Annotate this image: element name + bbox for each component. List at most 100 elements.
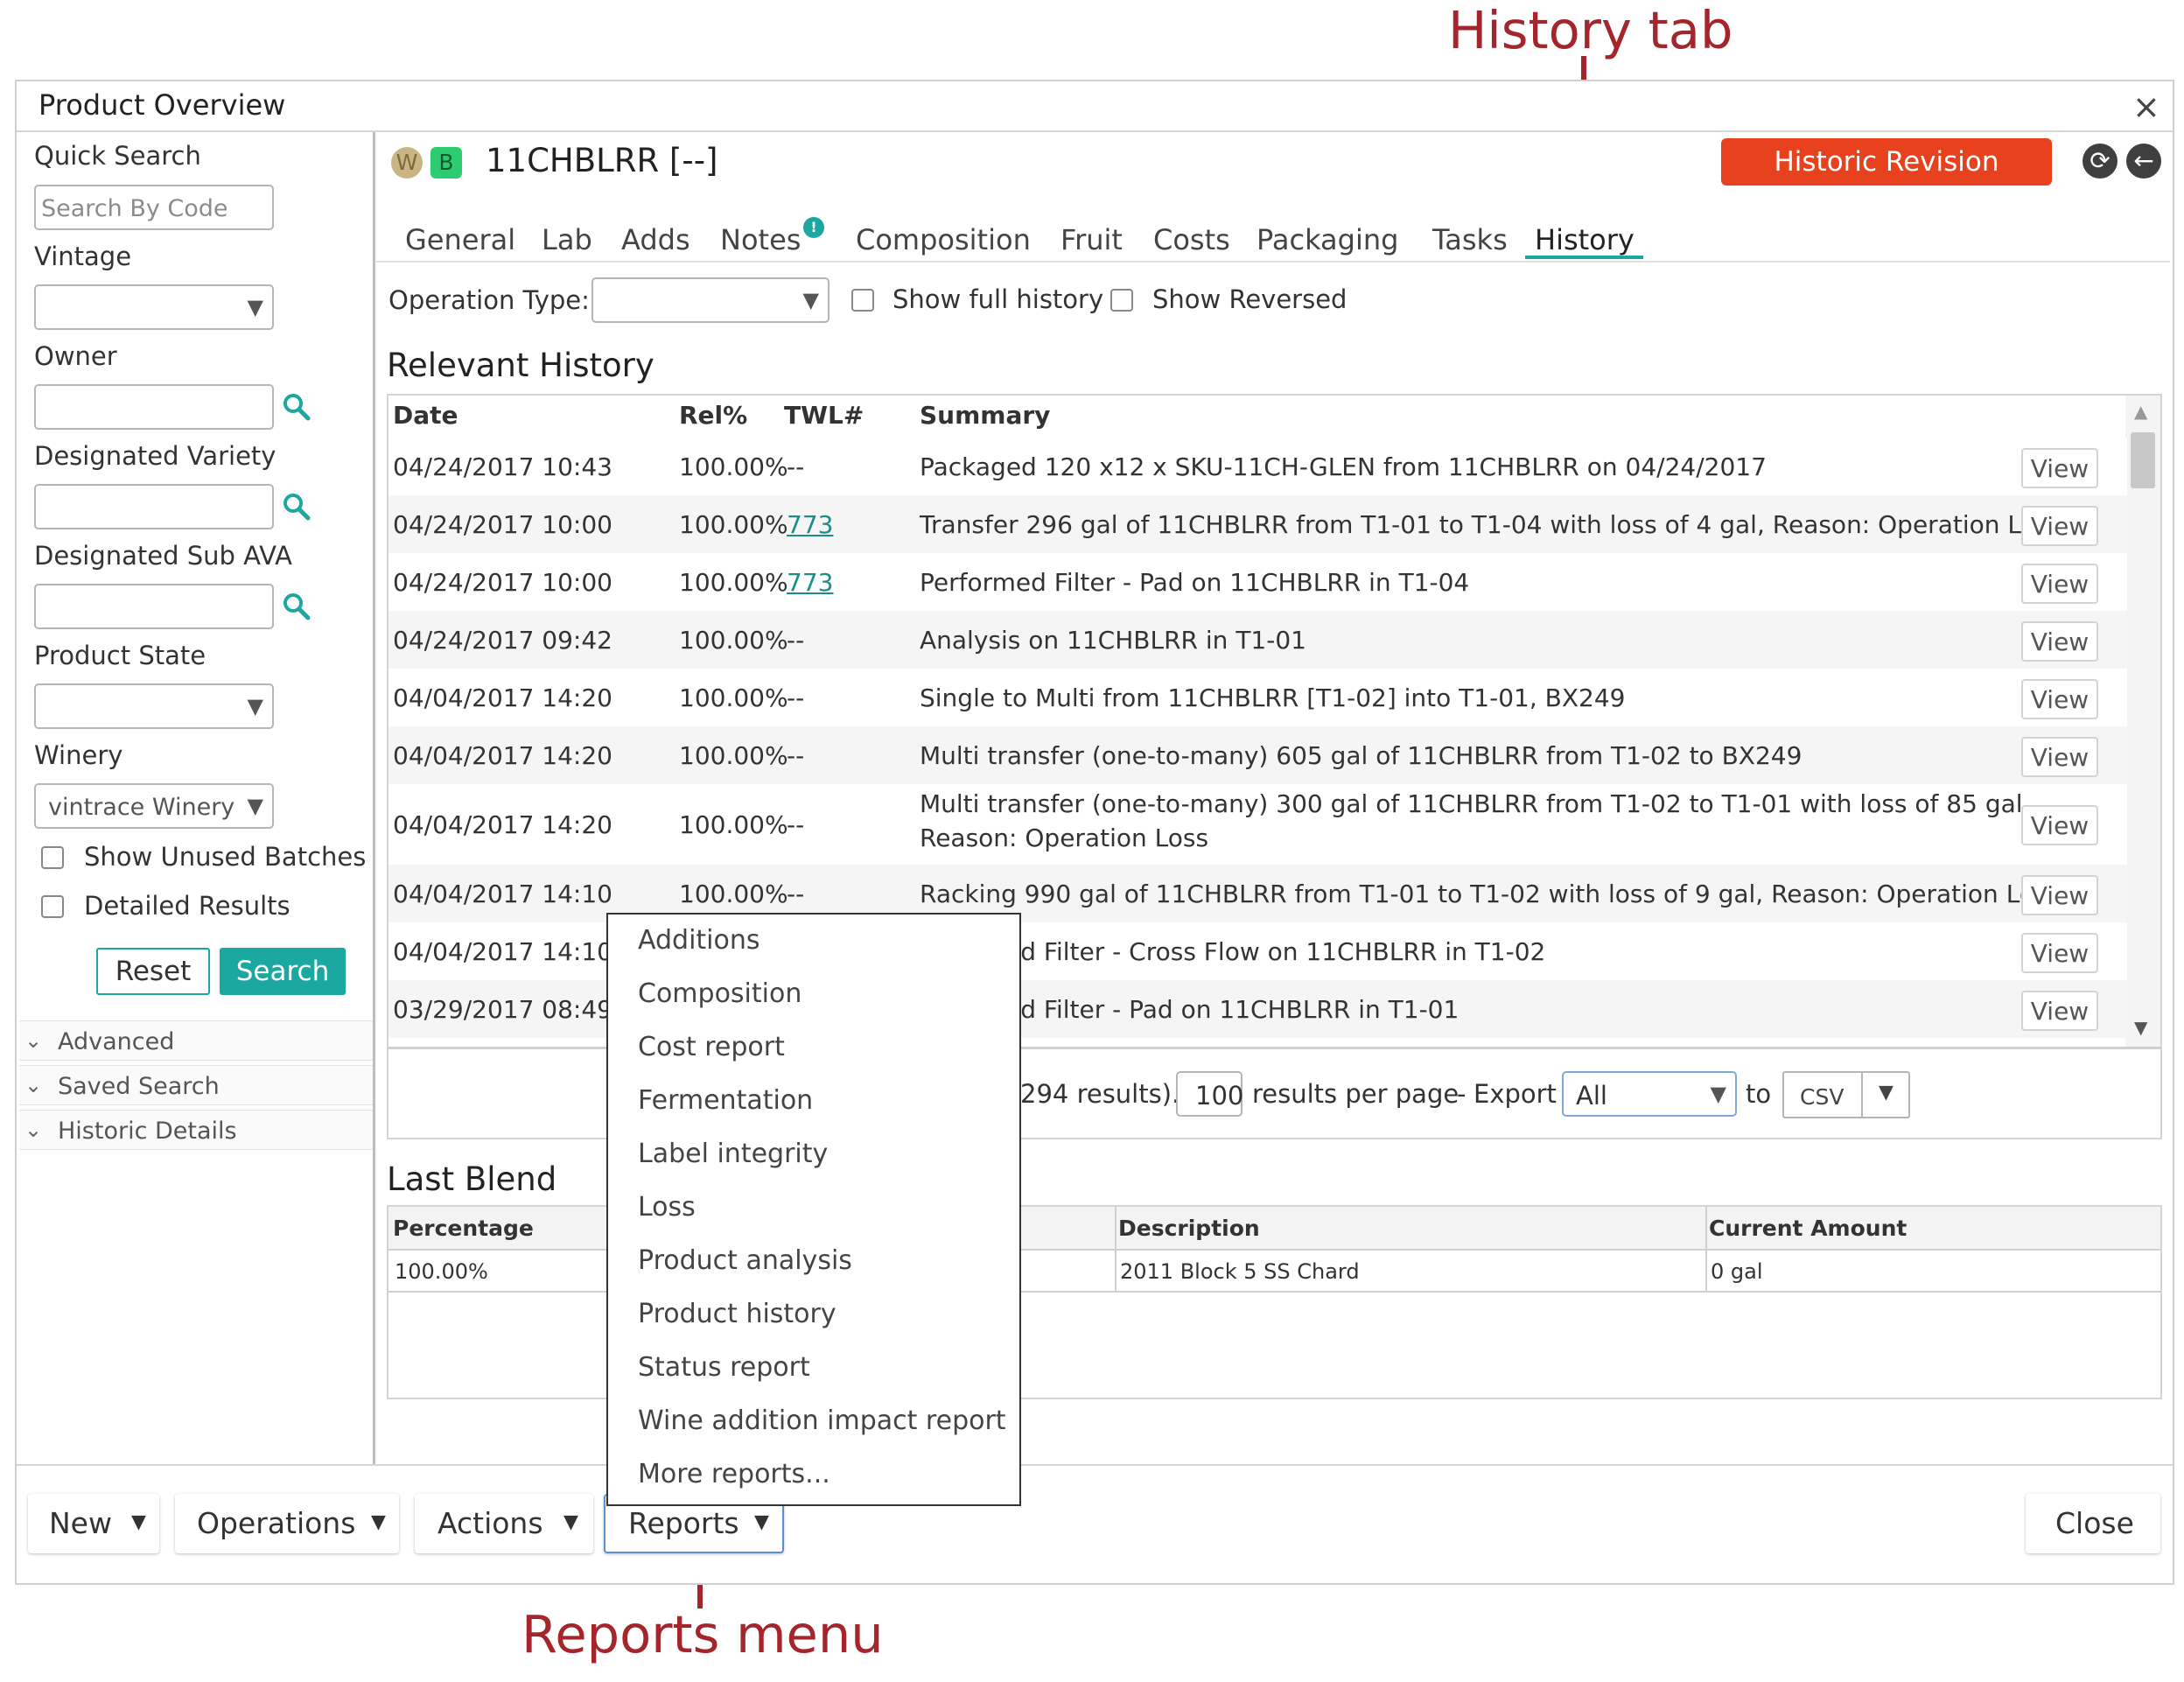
row-summary: Racking 990 gal of 11CHBLRR from T1-01 t… xyxy=(920,880,2061,908)
tab-tasks[interactable]: Tasks xyxy=(1432,223,1508,256)
history-scrollbar[interactable]: ▲ ▼ xyxy=(2125,396,2160,1047)
results-per-page-input[interactable]: 100 xyxy=(1176,1071,1244,1117)
tab-general[interactable]: General xyxy=(405,223,515,256)
view-button[interactable]: View xyxy=(2021,933,2098,973)
table-row[interactable]: 04/24/2017 10:00 100.00% 773 Performed F… xyxy=(388,553,2127,611)
search-button[interactable]: Search xyxy=(220,948,346,995)
column-header-twl[interactable]: TWL# xyxy=(784,401,864,430)
vintage-select[interactable]: ▼ xyxy=(34,284,274,330)
menu-item-product-history[interactable]: Product history xyxy=(638,1299,836,1329)
column-header-date[interactable]: Date xyxy=(393,401,458,430)
tab-fruit[interactable]: Fruit xyxy=(1060,223,1123,256)
detailed-results-checkbox[interactable] xyxy=(41,895,64,918)
menu-item-label-integrity[interactable]: Label integrity xyxy=(638,1139,828,1169)
column-header-description[interactable]: Description xyxy=(1118,1216,1260,1241)
row-rel: 100.00% xyxy=(679,810,788,839)
show-reversed-checkbox[interactable] xyxy=(1110,289,1133,312)
menu-item-additions[interactable]: Additions xyxy=(638,925,760,956)
scrollbar-thumb[interactable] xyxy=(2131,432,2155,488)
designated-variety-input[interactable] xyxy=(34,484,274,529)
column-header-rel[interactable]: Rel% xyxy=(679,401,747,430)
results-per-page-value: 100 xyxy=(1195,1081,1244,1111)
view-button[interactable]: View xyxy=(2021,991,2098,1031)
menu-item-status-report[interactable]: Status report xyxy=(638,1352,810,1383)
caret-down-icon: ▼ xyxy=(371,1511,386,1533)
table-row[interactable]: 04/04/2017 14:20 100.00% -- Single to Mu… xyxy=(388,669,2127,726)
column-header-current-amount[interactable]: Current Amount xyxy=(1709,1216,1907,1241)
table-row[interactable]: 04/24/2017 09:42 100.00% -- Analysis on … xyxy=(388,611,2127,669)
view-button[interactable]: View xyxy=(2021,737,2098,777)
search-by-code-input[interactable]: Search By Code xyxy=(34,185,274,230)
row-twl: -- xyxy=(787,452,805,481)
menu-item-product-analysis[interactable]: Product analysis xyxy=(638,1245,852,1276)
view-button[interactable]: View xyxy=(2021,679,2098,719)
tab-adds[interactable]: Adds xyxy=(621,223,690,256)
historic-details-accordion[interactable]: ⌄ Historic Details xyxy=(19,1110,373,1150)
menu-item-loss[interactable]: Loss xyxy=(638,1192,696,1223)
table-row[interactable]: 04/04/2017 14:20 100.00% -- Multi transf… xyxy=(388,726,2127,784)
view-button[interactable]: View xyxy=(2021,621,2098,662)
reset-button[interactable]: Reset xyxy=(96,948,210,995)
actions-button-label: Actions xyxy=(438,1506,543,1540)
caret-down-icon: ▼ xyxy=(247,694,263,718)
column-header-summary[interactable]: Summary xyxy=(920,401,1050,430)
tab-costs[interactable]: Costs xyxy=(1153,223,1230,256)
twl-link[interactable]: 773 xyxy=(787,510,833,539)
view-button[interactable]: View xyxy=(2021,805,2098,845)
menu-item-more-reports[interactable]: More reports... xyxy=(638,1459,830,1489)
menu-item-cost-report[interactable]: Cost report xyxy=(638,1032,785,1062)
detailed-results-label: Detailed Results xyxy=(84,891,290,921)
view-button[interactable]: View xyxy=(2021,564,2098,604)
row-twl: -- xyxy=(787,880,805,908)
caret-down-icon: ▼ xyxy=(131,1511,146,1533)
operations-button[interactable]: Operations ▼ xyxy=(175,1494,399,1553)
tab-lab[interactable]: Lab xyxy=(542,223,592,256)
tab-packaging[interactable]: Packaging xyxy=(1256,223,1398,256)
sub-ava-search-icon[interactable] xyxy=(282,592,312,621)
operation-type-select[interactable]: ▼ xyxy=(592,277,830,323)
export-scope-select[interactable]: All ▼ xyxy=(1562,1071,1737,1117)
export-format-select[interactable]: CSV ▼ xyxy=(1782,1071,1910,1118)
back-arrow-icon[interactable]: ← xyxy=(2126,144,2161,179)
tab-notes[interactable]: Notes xyxy=(720,223,801,256)
designated-sub-ava-input[interactable] xyxy=(34,584,274,629)
tab-history[interactable]: History xyxy=(1535,223,1634,256)
new-button[interactable]: New ▼ xyxy=(28,1494,159,1553)
row-twl: -- xyxy=(787,626,805,655)
historic-revision-button[interactable]: Historic Revision xyxy=(1721,138,2052,186)
owner-input[interactable] xyxy=(34,384,274,430)
window-close-icon[interactable]: × xyxy=(2132,88,2160,126)
menu-item-composition[interactable]: Composition xyxy=(638,978,802,1009)
row-twl: -- xyxy=(787,810,805,839)
show-unused-batches-checkbox[interactable] xyxy=(41,846,64,869)
owner-search-icon[interactable] xyxy=(282,392,312,422)
title-divider xyxy=(17,130,2173,132)
view-button[interactable]: View xyxy=(2021,448,2098,488)
pager-dash: - xyxy=(1457,1079,1466,1109)
show-full-history-checkbox[interactable] xyxy=(851,289,874,312)
scroll-up-icon[interactable]: ▲ xyxy=(2134,401,2147,422)
advanced-accordion[interactable]: ⌄ Advanced xyxy=(19,1020,373,1061)
product-state-select[interactable]: ▼ xyxy=(34,683,274,729)
variety-search-icon[interactable] xyxy=(282,492,312,522)
refresh-icon[interactable]: ⟳ xyxy=(2082,144,2118,179)
table-row[interactable]: 04/24/2017 10:43 100.00% -- Packaged 120… xyxy=(388,438,2127,495)
winery-label: Winery xyxy=(34,740,123,770)
tab-composition[interactable]: Composition xyxy=(856,223,1031,256)
menu-item-fermentation[interactable]: Fermentation xyxy=(638,1085,813,1116)
row-date: 04/04/2017 14:20 xyxy=(393,683,612,712)
column-header-percentage[interactable]: Percentage xyxy=(393,1216,534,1241)
actions-button[interactable]: Actions ▼ xyxy=(415,1494,593,1553)
view-button[interactable]: View xyxy=(2021,875,2098,915)
view-button[interactable]: View xyxy=(2021,506,2098,546)
chevron-down-icon: ⌄ xyxy=(24,1028,43,1053)
winery-select[interactable]: vintrace Winery ▼ xyxy=(34,783,274,829)
twl-link[interactable]: 773 xyxy=(787,568,833,597)
saved-search-accordion[interactable]: ⌄ Saved Search xyxy=(19,1065,373,1105)
table-row[interactable]: 04/04/2017 14:20 100.00% -- Multi transf… xyxy=(388,784,2127,865)
caret-down-icon: ▼ xyxy=(754,1511,769,1533)
table-row[interactable]: 04/24/2017 10:00 100.00% 773 Transfer 29… xyxy=(388,495,2127,553)
close-button[interactable]: Close xyxy=(2026,1494,2160,1553)
scroll-down-icon[interactable]: ▼ xyxy=(2134,1017,2147,1038)
menu-item-wine-addition-impact-report[interactable]: Wine addition impact report xyxy=(638,1405,1006,1436)
